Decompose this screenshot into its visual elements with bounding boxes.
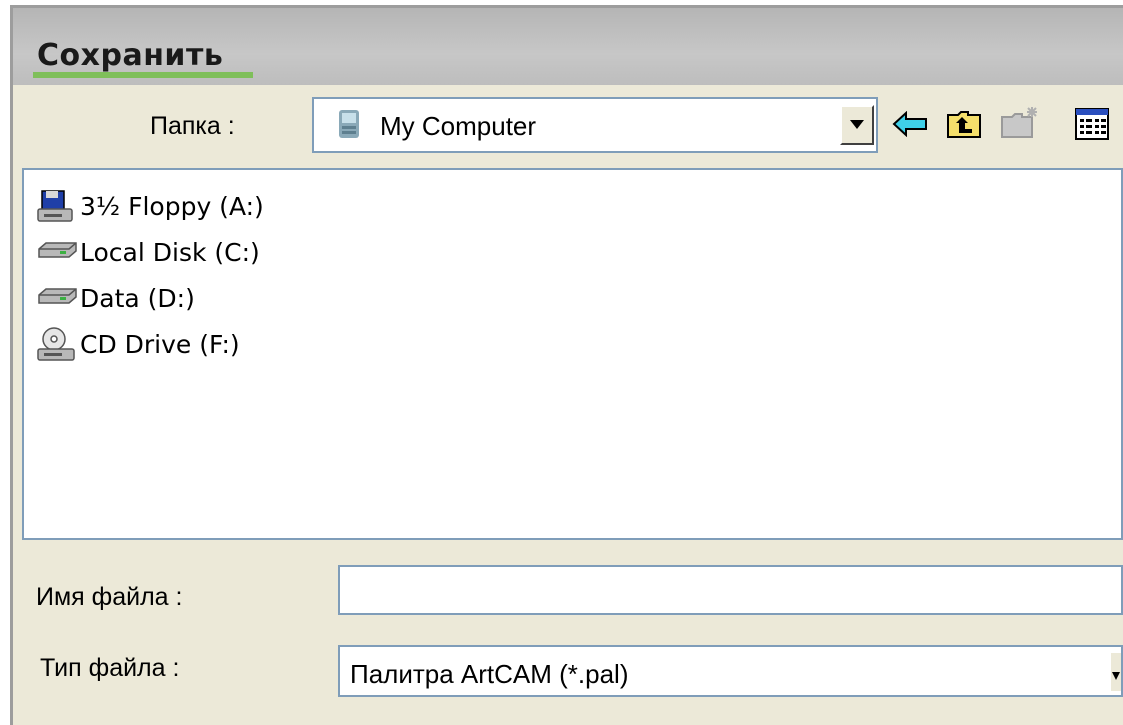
cd-drive-icon (36, 325, 80, 363)
dialog-title: Сохранить (37, 38, 224, 73)
view-menu-icon (1075, 107, 1109, 145)
folder-value: My Computer (380, 111, 537, 141)
title-bar[interactable]: Сохранить (13, 8, 1123, 85)
list-item-local-disk[interactable]: Local Disk (C:) (36, 232, 260, 272)
folder-up-icon (946, 109, 982, 144)
list-item-cd-drive[interactable]: CD Drive (F:) (36, 324, 240, 364)
list-item-floppy[interactable]: 3½ Floppy (A:) (36, 186, 264, 226)
filetype-value: Палитра ArtCAM (*.pal) (350, 659, 629, 689)
list-item-label: Local Disk (C:) (80, 237, 260, 267)
list-item-label: 3½ Floppy (A:) (80, 191, 264, 221)
filename-label: Имя файла : (36, 583, 183, 611)
back-arrow-icon (892, 110, 928, 142)
filetype-combobox[interactable]: Палитра ArtCAM (*.pal) (338, 645, 1123, 697)
back-button[interactable] (890, 106, 930, 146)
floppy-drive-icon (36, 187, 80, 225)
list-item-label: CD Drive (F:) (80, 329, 240, 359)
hard-disk-icon (36, 233, 80, 271)
list-item-data[interactable]: Data (D:) (36, 278, 195, 318)
chevron-down-icon (850, 116, 864, 134)
list-item-label: Data (D:) (80, 283, 195, 313)
folder-dropdown-button[interactable] (840, 105, 874, 145)
folder-combobox[interactable]: My Computer (312, 97, 878, 153)
view-menu-button[interactable] (1072, 106, 1112, 146)
filename-input[interactable] (338, 565, 1123, 615)
file-list[interactable]: 3½ Floppy (A:) Local Disk (C:) Data (D:) (22, 168, 1123, 540)
chevron-down-icon (1112, 667, 1120, 685)
filetype-dropdown-button[interactable] (1109, 653, 1121, 691)
folder-label: Папка : (150, 112, 235, 140)
hard-disk-icon (36, 279, 80, 317)
new-folder-icon (1000, 105, 1040, 144)
new-folder-button (1000, 104, 1040, 144)
my-computer-icon (336, 108, 362, 142)
up-folder-button[interactable] (944, 106, 984, 146)
title-accent (33, 72, 253, 78)
filetype-label: Тип файла : (40, 654, 180, 682)
